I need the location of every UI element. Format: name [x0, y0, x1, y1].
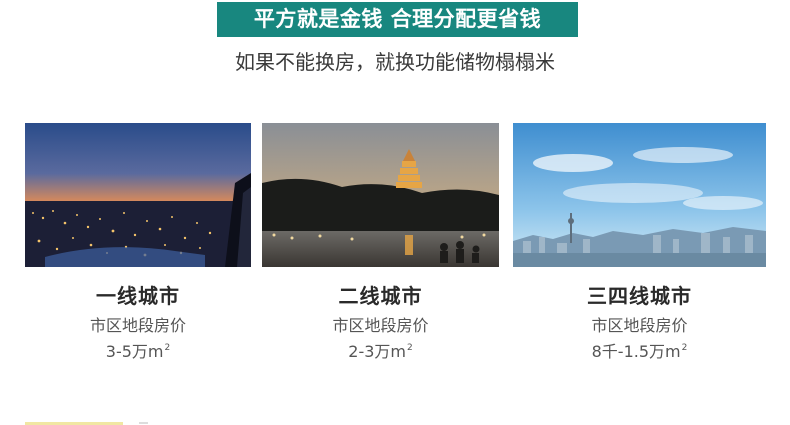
city-card-tier3: 三四线城市 市区地段房价 8千-1.5万m2: [513, 123, 766, 363]
header-banner: 平方就是金钱 合理分配更省钱: [217, 2, 578, 37]
price-range: 8千-1.5万m2: [591, 342, 688, 361]
city-card-tier2: 二线城市 市区地段房价 2-3万m2: [262, 123, 499, 363]
city-tier-name: 三四线城市: [587, 284, 692, 308]
city-card-tier1: 一线城市 市区地段房价 3-5万m2: [25, 123, 251, 363]
city-photo-pagoda-lake: [262, 123, 499, 267]
city-photo-day-skyline: [513, 123, 766, 267]
bottom-divider: [139, 422, 148, 424]
price-range: 2-3万m2: [348, 342, 413, 361]
city-tier-name: 一线城市: [96, 284, 180, 308]
city-photo-night-skyline: [25, 123, 251, 267]
price-range: 3-5万m2: [105, 342, 171, 361]
price-label: 市区地段房价: [591, 316, 688, 335]
subtitle: 如果不能换房，就换功能储物榻榻米: [235, 50, 555, 74]
city-tier-name: 二线城市: [338, 284, 423, 308]
price-label: 市区地段房价: [332, 316, 429, 335]
price-label: 市区地段房价: [89, 316, 186, 335]
